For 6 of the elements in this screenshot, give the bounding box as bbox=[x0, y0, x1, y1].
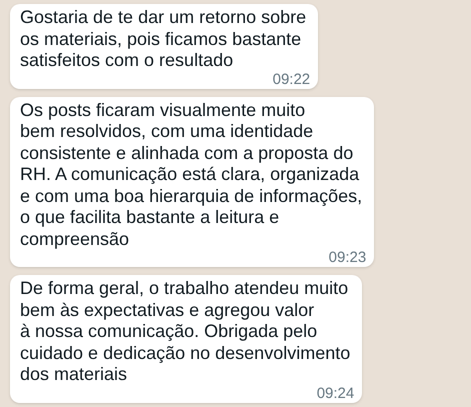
message-time: 09:23 bbox=[328, 249, 366, 266]
message-text: De forma geral, o trabalho atendeu muito bem às expectativas e agregou valor à nossa comunicação. Obrigada pelo cuidado e dedicação no desenvolvimento dos materiais bbox=[20, 278, 352, 386]
message-time: 09:22 bbox=[272, 70, 310, 88]
message-time: 09:24 bbox=[316, 384, 354, 402]
message-text: Gostaria de te dar um retorno sobre os materiais, pois ficamos bastante satisfeitos com o resultado bbox=[20, 7, 308, 72]
message-text: Os posts ficaram visualmente muito bem resolvidos, com uma identidade consistente e alinhada com a proposta do RH. A comunicação está clara, organizada e com uma boa hierarquia de informações, o que facilita bastante a leitura e compreensão bbox=[20, 100, 364, 250]
